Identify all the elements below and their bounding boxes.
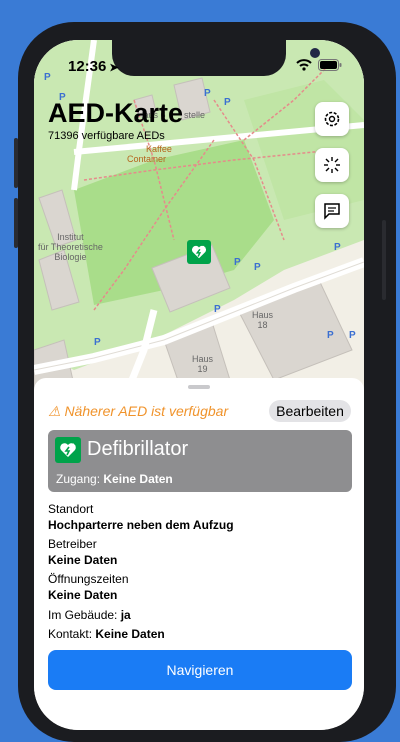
map-label-institut: Institut für Theoretische Biologie [38,232,103,262]
operator-label: Betreiber [48,537,97,551]
location-value: Hochparterre neben dem Aufzug [48,518,234,532]
message-icon [324,203,340,220]
volume-up-button [14,138,18,188]
location-sparkle-icon [324,157,340,173]
map-label-kaffee: Kaffee [146,144,172,154]
svg-text:P: P [254,262,261,273]
status-indicators [296,59,342,71]
indoor-label: Im Gebäude: [48,608,118,622]
feedback-button[interactable] [315,194,349,228]
aed-card: + Defibrillator Zugang: Keine Daten [48,430,352,492]
aed-detail-sheet: ⚠ Näherer AED ist verfügbar Bearbeiten +… [34,378,364,730]
svg-text:P: P [204,88,211,99]
aed-heart-icon: + [60,441,76,457]
operator-value: Keine Daten [48,553,118,567]
svg-text:P: P [94,337,101,348]
svg-text:P: P [327,330,334,341]
battery-icon [318,59,342,71]
navigate-button[interactable]: Navigieren [48,650,352,690]
svg-text:+: + [202,243,206,252]
map-label-container: Container [127,154,167,164]
svg-text:P: P [44,72,51,83]
indoor-value: ja [120,608,131,622]
aed-count: 71396 verfügbare AEDs [48,130,165,142]
settings-button[interactable] [315,102,349,136]
location-label: Standort [48,502,94,516]
map-label-stelle: stelle [184,110,206,120]
map-label-haus18: Haus 18 [252,310,274,330]
indoor-row: Im Gebäude: ja [48,608,131,622]
gear-icon [324,111,340,127]
aed-access: Zugang: Keine Daten [56,472,173,486]
svg-text:P: P [234,257,241,268]
svg-text:P: P [349,330,356,341]
access-value: Keine Daten [103,472,173,486]
power-button [382,220,386,300]
edit-button[interactable]: Bearbeiten [269,400,351,422]
wifi-icon [296,59,312,71]
volume-down-button [14,198,18,248]
svg-text:P: P [334,242,341,253]
notch [112,40,320,76]
locate-button[interactable] [315,148,349,182]
map-label-haus19: Haus 19 [192,354,214,374]
screen: PP PP PP PP PP P Haus 6 stelle Kaffee Co… [34,40,364,730]
contact-value: Keine Daten [95,627,165,641]
svg-text:P: P [224,97,231,108]
aed-icon: + [55,437,81,463]
aed-title: Defibrillator [87,438,189,460]
aed-heart-icon: + [191,243,207,259]
contact-row: Kontakt: Keine Daten [48,627,165,641]
page-title: AED-Karte [48,98,184,128]
aed-map-marker[interactable]: + [187,240,211,264]
status-time: 12:36 ➤ [68,58,119,75]
hours-value: Keine Daten [48,588,118,602]
access-label: Zugang: [56,472,101,486]
svg-text:+: + [71,441,76,450]
hours-label: Öffnungszeiten [48,572,129,586]
svg-text:P: P [214,304,221,315]
contact-label: Kontakt: [48,627,93,641]
sheet-grabber[interactable] [188,385,210,389]
nearer-aed-warning: ⚠ Näherer AED ist verfügbar [48,403,229,419]
